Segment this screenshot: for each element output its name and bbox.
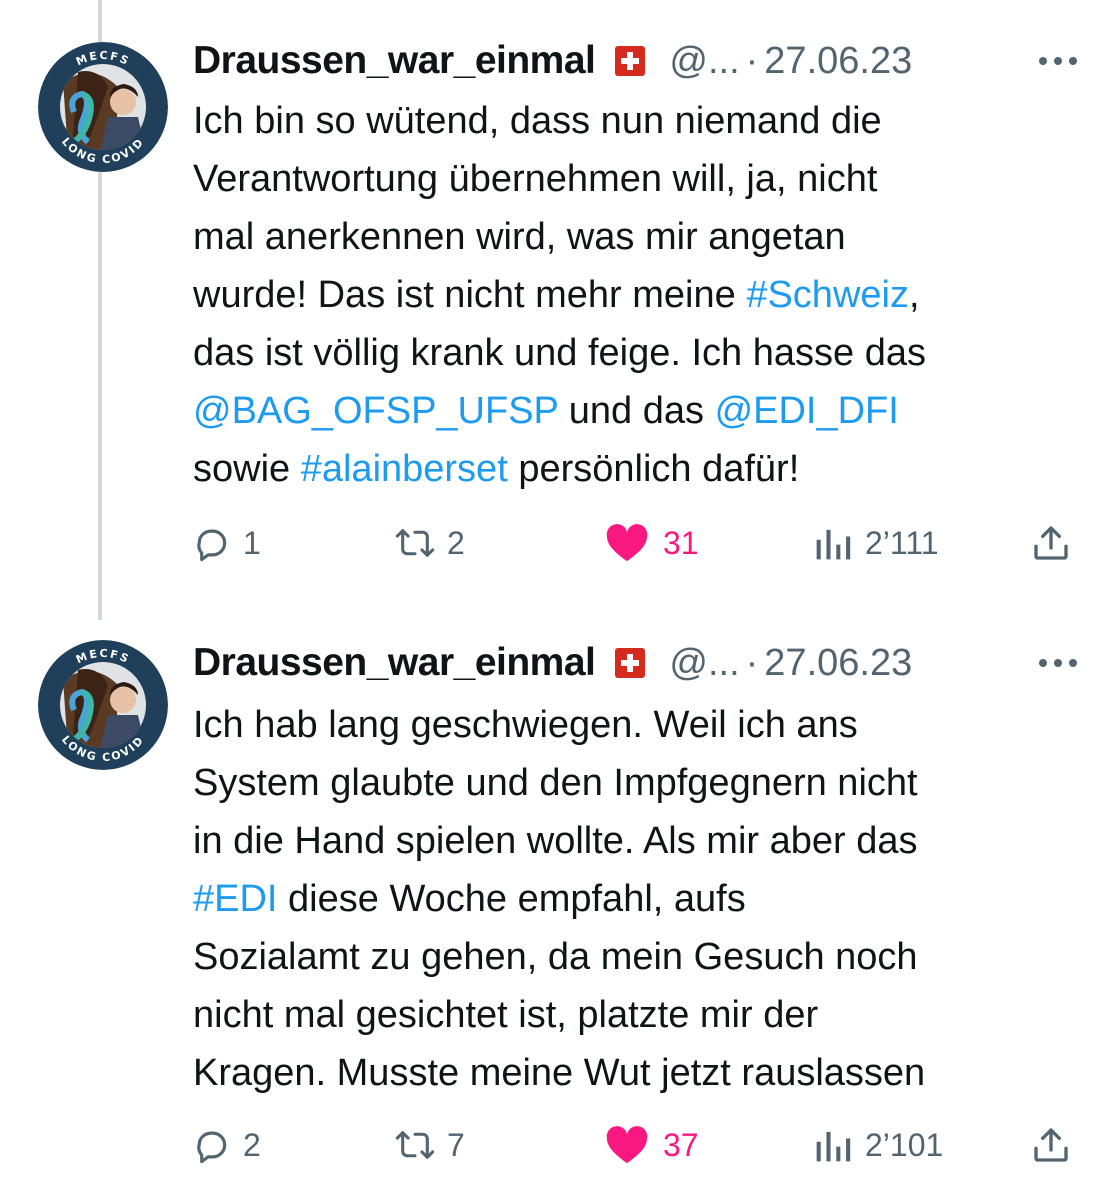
tweet[interactable]: MECFS LONG COVID Draussen_war_einmal @..… [0, 0, 1119, 600]
more-dots-icon[interactable] [1039, 659, 1079, 667]
reply-button[interactable]: 1 [193, 518, 261, 568]
author-display-name[interactable]: Draussen_war_einmal [193, 39, 596, 83]
retweet-button[interactable]: 7 [395, 1120, 465, 1170]
hashtag-link[interactable]: #EDI [193, 878, 277, 920]
retweet-count: 2 [447, 524, 465, 561]
reply-button[interactable]: 2 [193, 1120, 261, 1170]
tweet-text-segment: nicht mal gesichtet ist, platzte mir der [193, 994, 819, 1036]
tweet-text-line: #EDI diese Woche empfahl, aufs [193, 870, 1079, 928]
tweet-text-line: sowie #alainberset persönlich dafür! [193, 440, 1079, 498]
tweet-text-segment: persönlich dafür! [507, 448, 800, 490]
tweet-text-line: nicht mal gesichtet ist, platzte mir der [193, 986, 1079, 1044]
retweet-arrows-icon [395, 529, 435, 557]
author-display-name[interactable]: Draussen_war_einmal [193, 641, 596, 685]
tweet-text-segment: System glaubte und den Impfgegnern nicht [193, 762, 918, 804]
tweet-text-segment: diese Woche empfahl, aufs [277, 878, 746, 920]
avatar-image: MECFS LONG COVID [38, 42, 168, 172]
tweet-text-segment: Ich hab lang geschwiegen. Weil ich ans [193, 704, 858, 746]
views-bars-icon [816, 529, 851, 560]
share-upload-icon [1034, 1128, 1068, 1162]
tweet-text-segment: mal anerkennen wird, was mir angetan [193, 216, 846, 258]
tweet-text-segment: das ist völlig krank und feige. Ich hass… [193, 332, 926, 374]
like-count: 37 [663, 1126, 699, 1163]
tweet-text: Ich bin so wütend, dass nun niemand die V… [193, 92, 1079, 498]
tweet-date[interactable]: 27.06.23 [764, 642, 912, 685]
like-button[interactable]: 37 [605, 1120, 699, 1170]
tweet-text: Ich hab lang geschwiegen. Weil ich ans Sy… [193, 696, 1079, 1102]
hashtag-link[interactable]: #Schweiz [746, 274, 909, 316]
tweet-text-segment: wurde! Das ist nicht mehr meine [193, 274, 747, 316]
tweet-text-line: Verantwortung übernehmen will, ja, nicht [193, 150, 1079, 208]
share-upload-icon [1034, 526, 1068, 560]
tweet-actions: 1 2 31 2’111 [193, 518, 1079, 568]
separator-dot: · [745, 641, 759, 684]
views-count: 2’111 [865, 524, 939, 561]
tweet-text-line: @BAG_OFSP_UFSP und das @EDI_DFI [193, 382, 1079, 440]
retweet-arrows-icon [395, 1131, 435, 1159]
hashtag-link[interactable]: #alainberset [301, 448, 508, 490]
share-button[interactable] [1031, 1120, 1071, 1170]
tweet-text-line: Sozialamt zu gehen, da mein Gesuch noch [193, 928, 1079, 986]
tweet-header: Draussen_war_einmal @... · 27.06.23 [193, 36, 1079, 86]
tweet-text-segment: , [908, 274, 920, 316]
tweet-text-segment: und das [558, 390, 715, 432]
swiss-flag-icon [615, 46, 646, 76]
tweet-text-line: Ich bin so wütend, dass nun niemand die [193, 92, 1079, 150]
share-button[interactable] [1031, 518, 1071, 568]
views-count: 2’101 [865, 1126, 944, 1163]
heart-filled-icon [606, 524, 648, 562]
tweet-text-line: wurde! Das ist nicht mehr meine #Schweiz… [193, 266, 1079, 324]
tweet-text-line: Kragen. Musste meine Wut jetzt rauslasse… [193, 1044, 1079, 1102]
swiss-flag-icon [615, 648, 646, 678]
avatar-image: MECFS LONG COVID [38, 640, 168, 770]
tweet-text-line: mal anerkennen wird, was mir angetan [193, 208, 1079, 266]
mention-link[interactable]: @BAG_OFSP_UFSP [193, 390, 558, 432]
tweet-text-segment: in die Hand spielen wollte. Als mir aber… [193, 820, 918, 862]
avatar[interactable]: MECFS LONG COVID [38, 640, 168, 770]
tweet-text-line: in die Hand spielen wollte. Als mir aber… [193, 812, 1079, 870]
tweet-text-segment: sowie [193, 448, 301, 490]
retweet-button[interactable]: 2 [395, 518, 465, 568]
tweet-header: Draussen_war_einmal @... · 27.06.23 [193, 638, 1079, 688]
like-button[interactable]: 31 [605, 518, 699, 568]
views-bars-icon [816, 1131, 851, 1162]
reply-bubble-icon [197, 1131, 227, 1164]
retweet-count: 7 [447, 1126, 465, 1163]
like-count: 31 [663, 524, 699, 561]
reply-count: 2 [243, 1126, 261, 1163]
tweet-text-segment: Verantwortung übernehmen will, ja, nicht [193, 158, 878, 200]
tweet-text-segment: Ich bin so wütend, dass nun niemand die [193, 100, 882, 142]
mention-link[interactable]: @EDI_DFI [715, 390, 899, 432]
reply-count: 1 [243, 524, 261, 561]
tweet-text-line: das ist völlig krank und feige. Ich hass… [193, 324, 1079, 382]
tweet-actions: 2 7 37 2’101 [193, 1120, 1079, 1170]
reply-bubble-icon [197, 529, 227, 562]
tweet-text-line: System glaubte und den Impfgegnern nicht [193, 754, 1079, 812]
separator-dot: · [745, 39, 759, 82]
tweet-text-segment: Kragen. Musste meine Wut jetzt rauslasse… [193, 1052, 926, 1094]
author-handle[interactable]: @... [669, 642, 739, 685]
author-handle[interactable]: @... [669, 40, 739, 83]
heart-filled-icon [606, 1126, 648, 1164]
tweet-text-segment: Sozialamt zu gehen, da mein Gesuch noch [193, 936, 918, 978]
views-button[interactable]: 2’101 [813, 1120, 943, 1170]
views-button[interactable]: 2’111 [813, 518, 939, 568]
avatar[interactable]: MECFS LONG COVID [38, 42, 168, 172]
tweet-date[interactable]: 27.06.23 [764, 40, 912, 83]
more-dots-icon[interactable] [1039, 57, 1079, 65]
tweet-text-line: Ich hab lang geschwiegen. Weil ich ans [193, 696, 1079, 754]
tweet[interactable]: MECFS LONG COVID Draussen_war_einmal @..… [0, 600, 1119, 1200]
